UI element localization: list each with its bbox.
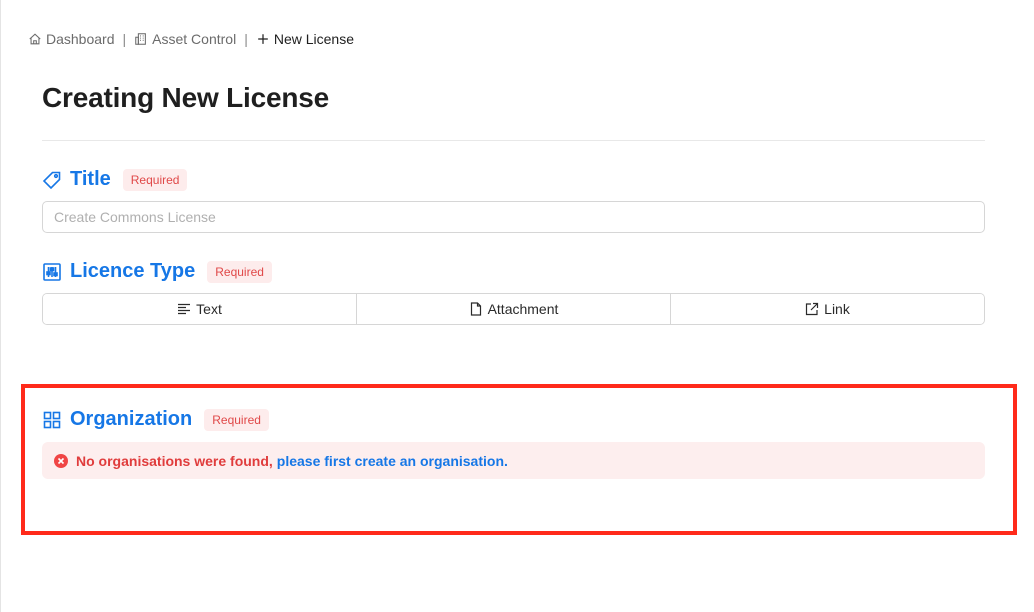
breadcrumb-new-license[interactable]: New License (256, 31, 354, 47)
required-badge: Required (122, 168, 188, 191)
home-icon (29, 33, 41, 45)
error-alert: No organisations were found, please firs… (42, 442, 985, 479)
breadcrumb-label: New License (273, 31, 354, 47)
licence-type-option-text[interactable]: Text (43, 294, 357, 324)
page-title: Creating New License (42, 82, 329, 113)
licence-type-selector: Text Attachment Link (42, 293, 985, 325)
external-link-icon (806, 302, 819, 316)
licence-type-section-header: Licence Type Required (42, 260, 272, 283)
option-label: Attachment (487, 301, 559, 317)
divider (42, 140, 985, 141)
option-label: Text (196, 301, 222, 317)
error-x-icon (54, 453, 68, 468)
grid-icon (43, 411, 61, 428)
error-message: No organisations were found, (76, 452, 273, 469)
licence-type-option-attachment[interactable]: Attachment (357, 294, 671, 324)
tag-icon (42, 171, 61, 189)
left-border (0, 0, 1, 612)
file-icon (470, 302, 481, 316)
sliders-icon (43, 262, 61, 281)
breadcrumb-separator: | (244, 31, 248, 47)
create-organisation-link[interactable]: please first create an organisation. (277, 453, 508, 469)
text-lines-icon (178, 303, 191, 315)
organization-section-header: Organization Required (42, 408, 269, 431)
licence-type-option-link[interactable]: Link (671, 294, 984, 324)
required-badge: Required (204, 408, 269, 431)
breadcrumb: Dashboard | Asset Control | New License (28, 31, 354, 47)
option-label: Link (824, 301, 850, 317)
breadcrumb-label: Dashboard (46, 31, 115, 47)
title-section-label: Title (70, 168, 111, 190)
required-badge: Required (207, 260, 272, 283)
breadcrumb-dashboard[interactable]: Dashboard (28, 31, 115, 47)
organization-section-label: Organization (70, 408, 193, 430)
building-icon (135, 33, 147, 45)
title-section-header: Title Required (42, 168, 188, 191)
breadcrumb-label: Asset Control (152, 31, 237, 47)
title-input[interactable] (42, 201, 985, 233)
breadcrumb-separator: | (122, 31, 127, 47)
breadcrumb-asset-control[interactable]: Asset Control (134, 31, 236, 47)
licence-type-section-label: Licence Type (70, 260, 196, 282)
plus-icon (258, 34, 268, 44)
